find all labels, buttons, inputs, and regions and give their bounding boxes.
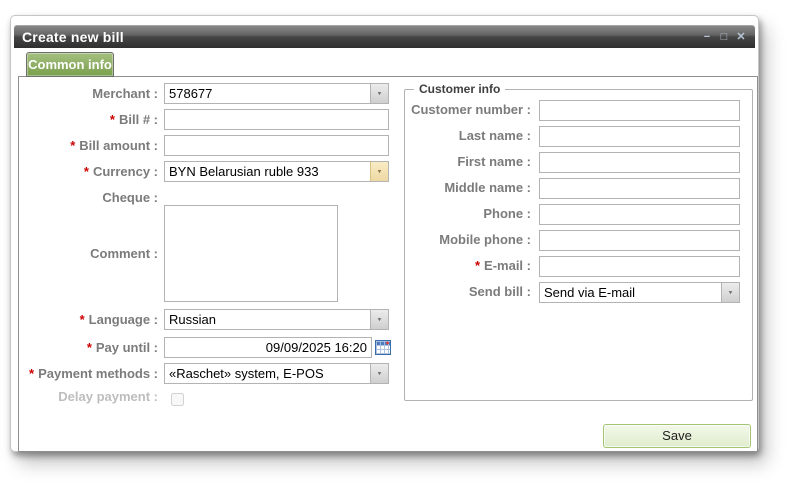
first-name-input[interactable] — [539, 152, 740, 173]
chevron-down-icon: ▼ — [376, 317, 382, 322]
currency-dropdown-trigger[interactable]: ▼ — [370, 162, 388, 181]
calendar-icon[interactable] — [375, 340, 391, 355]
close-icon[interactable]: ✕ — [735, 30, 747, 44]
send-bill-label: Send bill : — [405, 282, 531, 302]
email-field[interactable] — [539, 256, 740, 277]
first-name-label: First name : — [405, 152, 531, 172]
tab-common-info[interactable]: Common info — [26, 52, 114, 77]
pay-until-field[interactable]: 09/09/2025 16:20 — [164, 337, 372, 358]
chevron-down-icon: ▼ — [376, 371, 382, 376]
chevron-down-icon: ▼ — [376, 91, 382, 96]
bill-number-label: *Bill # : — [18, 109, 158, 130]
last-name-field[interactable] — [539, 126, 740, 147]
phone-label: Phone : — [405, 204, 531, 224]
bill-amount-label: *Bill amount : — [18, 135, 158, 156]
pay-until-value[interactable]: 09/09/2025 16:20 — [164, 337, 372, 358]
currency-value: BYN Belarusian ruble 933 — [165, 162, 388, 181]
phone-field[interactable] — [539, 204, 740, 225]
mobile-phone-input[interactable] — [539, 230, 740, 251]
merchant-select[interactable]: 578677 ▼ — [164, 83, 389, 104]
payment-methods-label: *Payment methods : — [18, 363, 158, 384]
merchant-label: Merchant : — [18, 83, 158, 104]
chevron-down-icon: ▼ — [727, 290, 733, 295]
bill-amount-input[interactable] — [164, 135, 389, 156]
window-controls: − □ ✕ — [701, 30, 755, 44]
customer-number-label: Customer number : — [405, 100, 531, 120]
last-name-label: Last name : — [405, 126, 531, 146]
chevron-down-icon: ▼ — [376, 169, 382, 174]
window-titlebar[interactable]: Create new bill − □ ✕ — [14, 25, 755, 48]
pay-until-label: *Pay until : — [18, 337, 158, 358]
email-input[interactable] — [539, 256, 740, 277]
currency-label: *Currency : — [18, 161, 158, 182]
language-dropdown-trigger[interactable]: ▼ — [370, 310, 388, 329]
currency-select[interactable]: BYN Belarusian ruble 933 ▼ — [164, 161, 389, 182]
comment-textarea[interactable] — [164, 205, 338, 302]
cheque-label: Cheque : — [18, 187, 158, 208]
send-bill-value: Send via E-mail — [540, 283, 739, 302]
comment-label: Comment : — [18, 243, 158, 264]
last-name-input[interactable] — [539, 126, 740, 147]
middle-name-input[interactable] — [539, 178, 740, 199]
send-bill-dropdown-trigger[interactable]: ▼ — [721, 283, 739, 302]
send-bill-select[interactable]: Send via E-mail ▼ — [539, 282, 740, 303]
first-name-field[interactable] — [539, 152, 740, 173]
create-new-bill-window: Create new bill − □ ✕ Common info Mercha… — [10, 15, 759, 452]
bill-number-field[interactable] — [164, 109, 389, 130]
maximize-icon[interactable]: □ — [718, 30, 730, 44]
language-value: Russian — [165, 310, 388, 329]
phone-input[interactable] — [539, 204, 740, 225]
mobile-phone-label: Mobile phone : — [405, 230, 531, 250]
save-button[interactable]: Save — [603, 424, 751, 448]
bill-number-input[interactable] — [164, 109, 389, 130]
customer-number-field[interactable] — [539, 100, 740, 121]
language-label: *Language : — [18, 309, 158, 330]
payment-methods-select[interactable]: «Raschet» system, E-POS ▼ — [164, 363, 389, 384]
window-title: Create new bill — [14, 29, 124, 45]
mobile-phone-field[interactable] — [539, 230, 740, 251]
email-label: *E-mail : — [405, 256, 531, 276]
delay-payment-checkbox — [171, 393, 184, 406]
middle-name-label: Middle name : — [405, 178, 531, 198]
payment-methods-dropdown-trigger[interactable]: ▼ — [370, 364, 388, 383]
bill-amount-field[interactable] — [164, 135, 389, 156]
customer-info-fieldset: Customer info Customer number : Last nam… — [404, 89, 753, 401]
payment-methods-value: «Raschet» system, E-POS — [165, 364, 388, 383]
customer-number-input[interactable] — [539, 100, 740, 121]
minimize-icon[interactable]: − — [701, 30, 713, 44]
language-select[interactable]: Russian ▼ — [164, 309, 389, 330]
middle-name-field[interactable] — [539, 178, 740, 199]
delay-payment-label: Delay payment : — [18, 386, 158, 407]
merchant-value: 578677 — [165, 84, 388, 103]
tab-label: Common info — [28, 57, 112, 72]
page-background: Create new bill − □ ✕ Common info Mercha… — [0, 0, 805, 502]
customer-info-legend: Customer info — [414, 82, 505, 96]
merchant-dropdown-trigger[interactable]: ▼ — [370, 84, 388, 103]
